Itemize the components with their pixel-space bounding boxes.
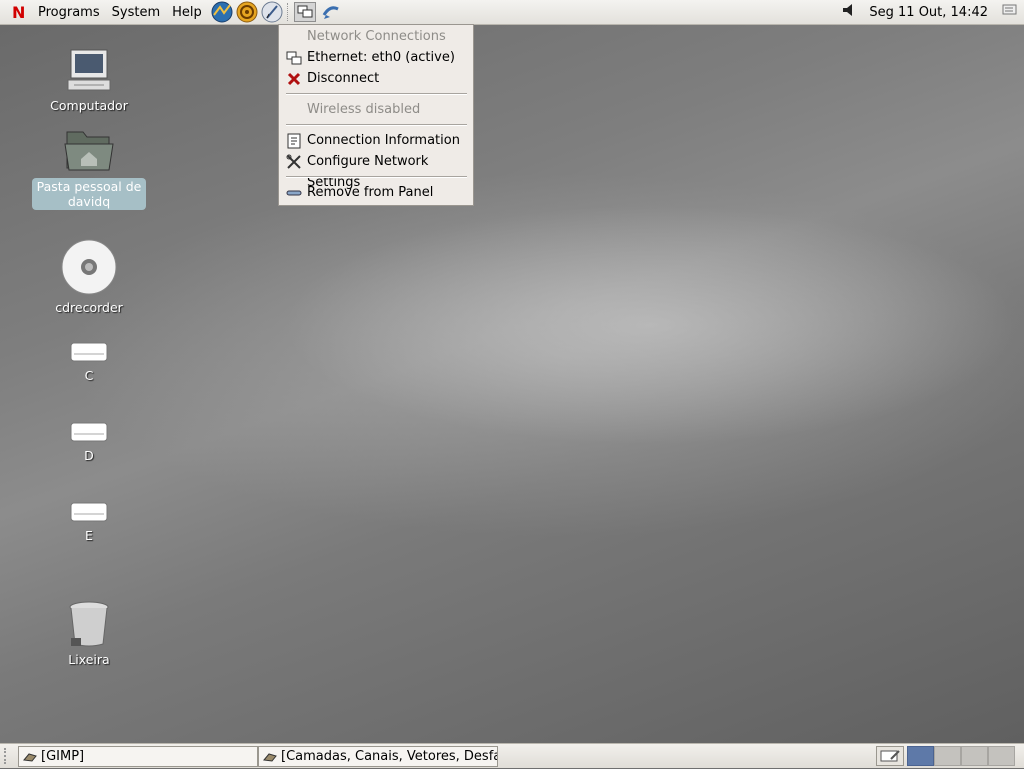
menu-item-label: Disconnect bbox=[307, 71, 380, 86]
panel-separator bbox=[286, 3, 290, 21]
clock[interactable]: Seg 11 Out, 14:42 bbox=[869, 5, 988, 20]
desktop-icon-label: Pasta pessoal de davidq bbox=[32, 178, 146, 210]
bottom-panel: [GIMP] [Camadas, Canais, Vetores, Desfaz… bbox=[0, 743, 1024, 768]
web-browser-icon[interactable] bbox=[211, 1, 233, 23]
task-button-label: [GIMP] bbox=[41, 749, 85, 764]
email-icon[interactable] bbox=[236, 1, 258, 23]
menu-item-label: Remove from Panel bbox=[307, 185, 434, 200]
menu-separator bbox=[286, 176, 467, 178]
menu-item-remove-from-panel[interactable]: Remove from Panel bbox=[279, 182, 473, 203]
menu-item-label: Ethernet: eth0 (active) bbox=[307, 50, 455, 65]
desktop-icon-label: E bbox=[85, 528, 93, 543]
computer-icon bbox=[64, 48, 114, 94]
menu-item-label: Wireless disabled bbox=[307, 102, 421, 117]
novell-logo[interactable]: N bbox=[12, 3, 32, 22]
trash-icon bbox=[67, 600, 111, 648]
network-applet-icon[interactable] bbox=[293, 2, 316, 22]
drive-icon bbox=[70, 500, 108, 524]
desktop-icon-label: Computador bbox=[50, 98, 128, 113]
disconnect-icon bbox=[286, 71, 302, 87]
menu-system[interactable]: System bbox=[106, 0, 166, 25]
desktop-icon-drive-e[interactable]: E bbox=[32, 500, 146, 543]
remove-icon bbox=[286, 185, 302, 201]
tools-icon bbox=[286, 154, 302, 170]
desktop-icon-computer[interactable]: Computador bbox=[32, 48, 146, 113]
cd-icon bbox=[60, 238, 118, 296]
top-panel: N Programs System Help Seg 11 Out, 14:42 bbox=[0, 0, 1024, 25]
menu-header-label: Network Connections bbox=[307, 29, 446, 44]
task-button-gimp[interactable]: [GIMP] bbox=[18, 746, 258, 767]
task-button-layers[interactable]: [Camadas, Canais, Vetores, Desfazer] bbox=[258, 746, 498, 767]
workspace-2[interactable] bbox=[934, 746, 961, 766]
menu-item-wireless: Wireless disabled bbox=[279, 99, 473, 120]
network-icon bbox=[286, 50, 302, 66]
desktop-icon-trash[interactable]: Lixeira bbox=[32, 600, 146, 667]
menu-programs[interactable]: Programs bbox=[32, 0, 106, 25]
drive-icon bbox=[70, 340, 108, 364]
desktop-icon-drive-d[interactable]: D bbox=[32, 420, 146, 463]
menu-item-label: Connection Information bbox=[307, 133, 460, 148]
task-button-label: [Camadas, Canais, Vetores, Desfazer] bbox=[281, 749, 497, 764]
info-icon bbox=[286, 133, 302, 149]
gimp-icon bbox=[23, 750, 37, 762]
menu-separator bbox=[286, 93, 467, 95]
desktop-icon-drive-c[interactable]: C bbox=[32, 340, 146, 383]
update-icon[interactable] bbox=[320, 1, 342, 23]
gimp-icon bbox=[263, 750, 277, 762]
desktop-icon-label: D bbox=[84, 448, 94, 463]
panel-handle[interactable] bbox=[4, 748, 12, 764]
volume-icon[interactable] bbox=[841, 2, 857, 22]
desktop-icon-label: C bbox=[84, 368, 94, 383]
network-connections-menu: Network Connections Ethernet: eth0 (acti… bbox=[278, 24, 474, 206]
menu-help[interactable]: Help bbox=[166, 0, 208, 25]
drive-icon bbox=[70, 420, 108, 444]
menu-item-configure-network[interactable]: Configure Network Settings bbox=[279, 151, 473, 190]
desktop-icon-home-folder[interactable]: Pasta pessoal de davidq bbox=[32, 128, 146, 210]
menu-item-disconnect[interactable]: Disconnect bbox=[279, 68, 473, 89]
workspace-3[interactable] bbox=[961, 746, 988, 766]
workspace-1[interactable] bbox=[907, 746, 934, 766]
notification-icon[interactable] bbox=[1002, 4, 1018, 20]
text-editor-icon[interactable] bbox=[261, 1, 283, 23]
show-desktop-button[interactable] bbox=[876, 746, 904, 766]
desktop-icon-label: cdrecorder bbox=[55, 300, 123, 315]
menu-header: Network Connections bbox=[279, 26, 473, 47]
desktop-background[interactable] bbox=[0, 25, 1024, 743]
desktop-icon-cdrecorder[interactable]: cdrecorder bbox=[32, 238, 146, 315]
workspace-4[interactable] bbox=[988, 746, 1015, 766]
menu-separator bbox=[286, 124, 467, 126]
home-folder-icon bbox=[63, 128, 115, 174]
menu-item-ethernet[interactable]: Ethernet: eth0 (active) bbox=[279, 47, 473, 68]
desktop-icon-label: Lixeira bbox=[68, 652, 110, 667]
menu-item-connection-information[interactable]: Connection Information bbox=[279, 130, 473, 151]
